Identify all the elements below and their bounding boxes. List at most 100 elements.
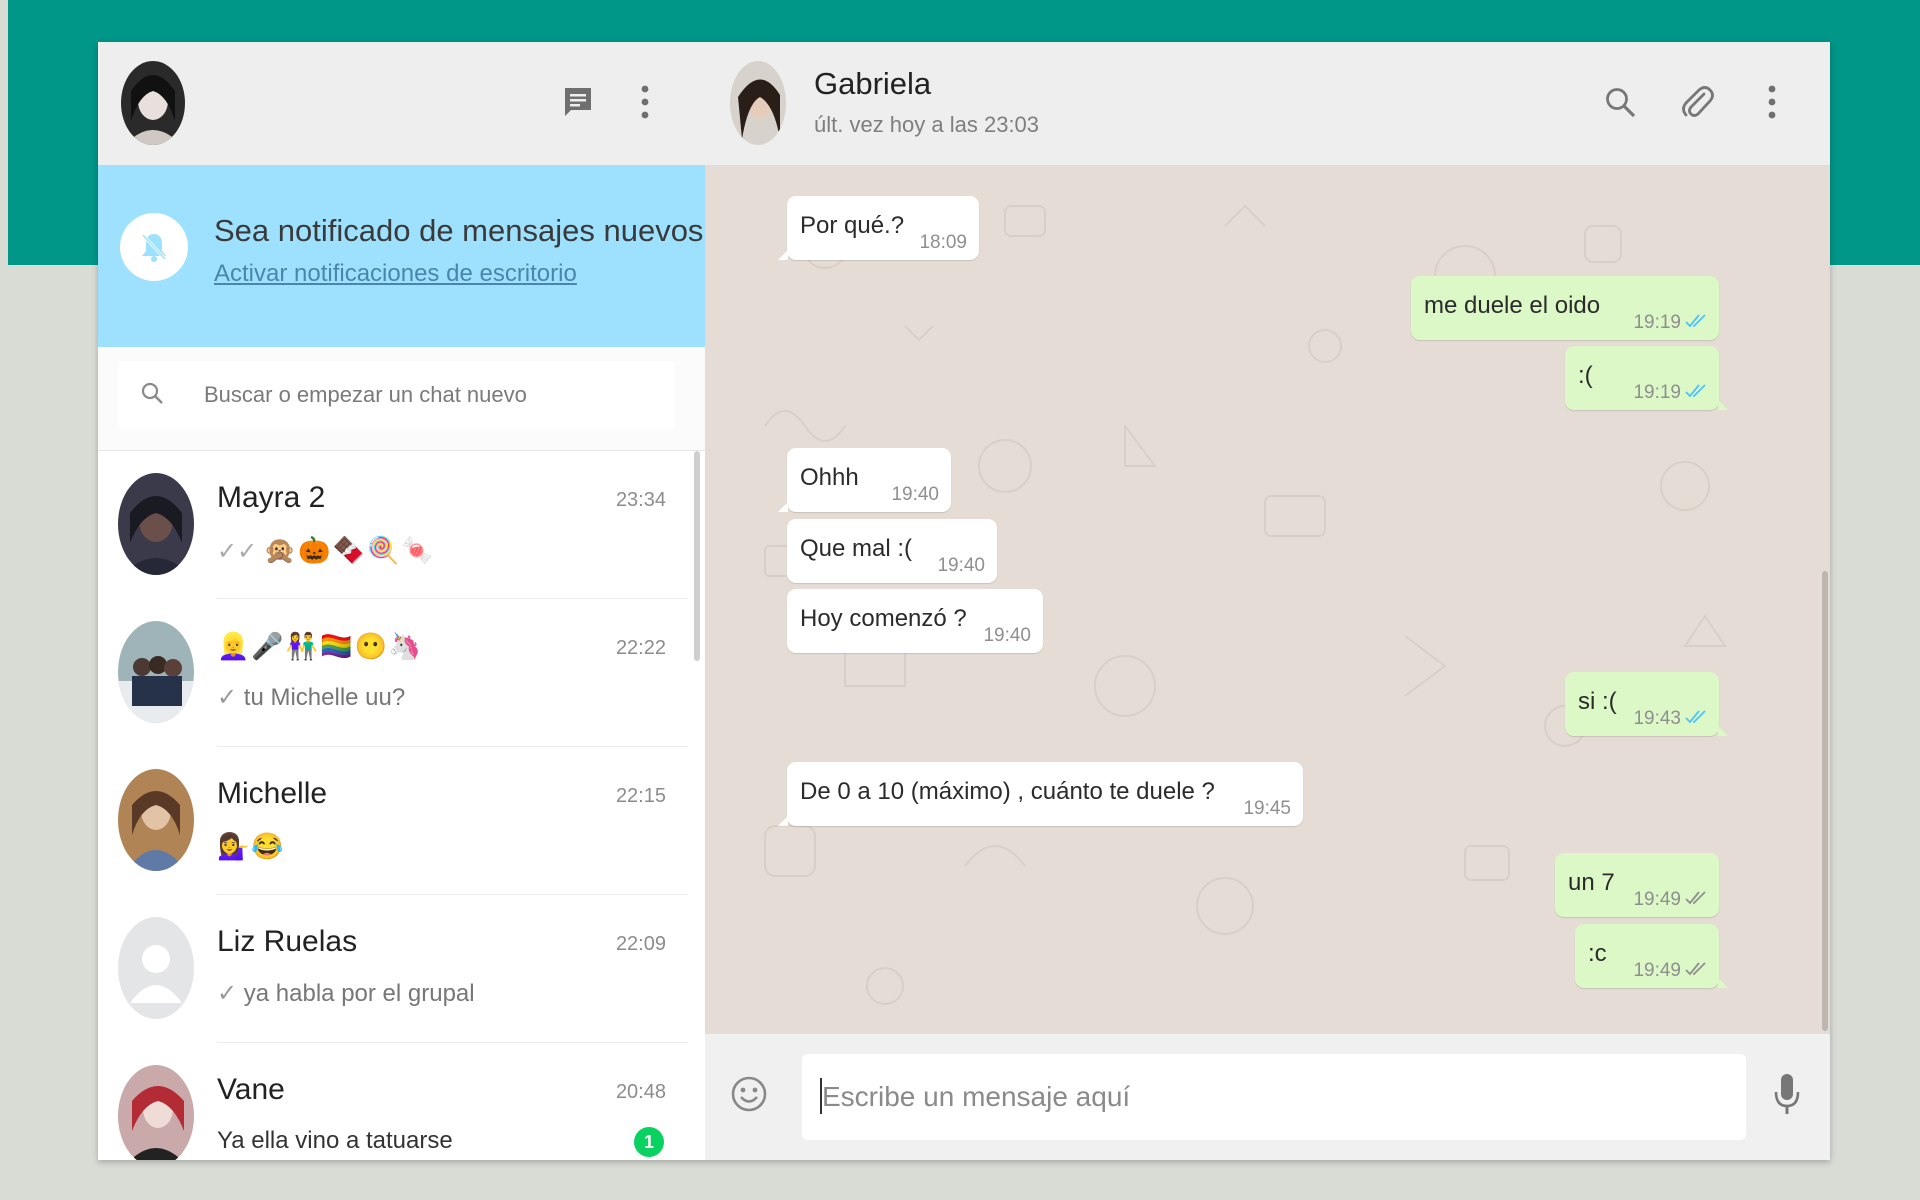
chat-item-vane[interactable]: Vane 20:48 Ya ella vino a tatuarse 1 (98, 1043, 688, 1160)
contact-avatar[interactable] (730, 61, 786, 145)
message-timestamp: 19:40 (937, 555, 985, 576)
message-composer (705, 1034, 1830, 1160)
my-avatar[interactable] (121, 61, 185, 145)
message-text: Por qué.? (800, 212, 905, 239)
voice-note-button[interactable] (1767, 1072, 1807, 1120)
chat-time: 22:15 (615, 785, 666, 807)
message-time: 19:19 (1633, 382, 1707, 404)
message-text: me duele el oido (1424, 292, 1601, 319)
emoji-button[interactable] (729, 1076, 769, 1116)
message-text: De 0 a 10 (máximo) , cuánto te duele ? (800, 778, 1215, 805)
bubble-tail (1718, 400, 1728, 410)
attach-button[interactable] (1675, 82, 1719, 126)
read-ticks-icon (1685, 382, 1707, 404)
emoji: 🍭 (367, 535, 400, 565)
more-vertical-icon (641, 85, 649, 124)
notification-title: Sea notificado de mensajes nuevos (214, 213, 704, 248)
message-time: 19:40 (983, 625, 1031, 647)
paperclip-icon (1680, 84, 1714, 125)
chat-preview: ✓ tu Michelle uu? (217, 683, 405, 712)
chat-item-group[interactable]: 👱‍♀️🎤👫🏳️‍🌈😶🦄 22:22 ✓ tu Michelle uu? (98, 599, 688, 747)
read-ticks-icon (1685, 708, 1707, 730)
emoji: 😂 (251, 831, 284, 861)
message-time: 19:19 (1633, 312, 1707, 334)
emoji: 😶 (354, 631, 387, 661)
delivered-ticks-icon (1685, 889, 1707, 911)
microphone-icon (1773, 1072, 1801, 1121)
search-chat-button[interactable] (1598, 82, 1642, 126)
chat-preview: ✓✓ 🙊🎃🍫🍭🍬 (217, 535, 436, 566)
message-text: :( (1578, 362, 1593, 389)
delivered-ticks-icon (1685, 960, 1707, 982)
bell-off-icon (120, 213, 188, 281)
chat-preview-text: ya habla por el grupal (243, 980, 475, 1007)
chat-list-scrollbar[interactable] (694, 451, 700, 661)
notification-banner: Sea notificado de mensajes nuevos Activa… (98, 165, 705, 347)
sidebar-header (98, 42, 705, 165)
chat-preview: ✓ ya habla por el grupal (217, 979, 475, 1008)
message-timestamp: 19:49 (1633, 889, 1681, 910)
message-text: un 7 (1568, 869, 1615, 896)
search-icon (1604, 86, 1636, 123)
chat-preview: 💁‍♀️😂 (217, 831, 286, 862)
chat-item-liz-ruelas[interactable]: Liz Ruelas 22:09 ✓ ya habla por el grupa… (98, 895, 688, 1043)
chat-name: 👱‍♀️🎤👫🏳️‍🌈😶🦄 (217, 629, 423, 663)
message-outgoing[interactable]: me duele el oido 19:19 (1411, 276, 1719, 340)
conversation-header[interactable]: Gabriela últ. vez hoy a las 23:03 (705, 42, 1830, 166)
message-input[interactable] (820, 1080, 1724, 1114)
message-incoming[interactable]: Por qué.? 18:09 (778, 196, 979, 260)
chat-name: Mayra 2 (217, 481, 326, 514)
message-timestamp: 19:49 (1633, 960, 1681, 981)
message-area: Por qué.? 18:09 me duele el oido 19:19 :… (705, 166, 1830, 1034)
message-incoming[interactable]: Ohhh 19:40 (778, 448, 951, 512)
chat-list: Mayra 2 23:34 ✓✓ 🙊🎃🍫🍭🍬 👱‍♀️🎤👫🏳️‍🌈😶🦄 22:2… (98, 451, 705, 1160)
message-time: 19:49 (1633, 889, 1707, 911)
message-incoming[interactable]: De 0 a 10 (máximo) , cuánto te duele ? 1… (778, 762, 1303, 826)
message-timestamp: 18:09 (919, 232, 967, 253)
default-avatar-icon (118, 917, 194, 1019)
message-incoming[interactable]: Hoy comenzó ? 19:40 (787, 589, 1043, 653)
search-input[interactable] (202, 381, 646, 409)
read-ticks-icon (1685, 312, 1707, 334)
message-timestamp: 19:19 (1633, 312, 1681, 333)
message-time: 19:45 (1243, 798, 1291, 820)
message-timestamp: 19:19 (1633, 382, 1681, 403)
message-text: si :( (1578, 688, 1617, 715)
sidebar-menu-button[interactable] (630, 84, 660, 124)
conversation-menu-button[interactable] (1757, 82, 1787, 126)
chat-name: Liz Ruelas (217, 925, 358, 958)
message-outgoing[interactable]: :c 19:49 (1575, 924, 1728, 988)
chat-item-mayra-2[interactable]: Mayra 2 23:34 ✓✓ 🙊🎃🍫🍭🍬 (98, 451, 688, 599)
message-time: 18:09 (919, 232, 967, 254)
emoji: 🍬 (401, 535, 434, 565)
contact-last-seen: últ. vez hoy a las 23:03 (814, 112, 1040, 137)
contact-name: Gabriela (814, 66, 932, 101)
message-time: 19:43 (1633, 708, 1707, 730)
search-box[interactable] (118, 361, 675, 429)
message-outgoing[interactable]: si :( 19:43 (1565, 672, 1728, 736)
message-input-box[interactable] (802, 1054, 1746, 1140)
emoji: 🙊 (263, 535, 297, 565)
message-time: 19:40 (891, 484, 939, 506)
sidebar: Sea notificado de mensajes nuevos Activa… (98, 42, 706, 1160)
chat-item-michelle[interactable]: Michelle 22:15 💁‍♀️😂 (98, 747, 688, 895)
emoji: 🏳️‍🌈 (320, 631, 353, 661)
conversation-panel: Gabriela últ. vez hoy a las 23:03 Por qu… (705, 42, 1830, 1160)
message-text: Que mal :( (800, 535, 913, 562)
message-scrollbar[interactable] (1822, 571, 1828, 1031)
message-incoming[interactable]: Que mal :( 19:40 (787, 519, 997, 583)
message-time: 19:49 (1633, 960, 1707, 982)
message-timestamp: 19:43 (1633, 708, 1681, 729)
message-outgoing[interactable]: :( 19:19 (1565, 346, 1728, 410)
chat-time: 20:48 (615, 1081, 666, 1103)
message-timestamp: 19:40 (983, 625, 1031, 646)
new-chat-button[interactable] (558, 84, 598, 124)
message-timestamp: 19:45 (1243, 798, 1291, 819)
message-outgoing[interactable]: un 7 19:49 (1555, 853, 1719, 917)
more-vertical-icon (1768, 85, 1776, 124)
emoji: 🍫 (332, 535, 366, 565)
chat-icon (563, 86, 593, 123)
enable-notifications-link[interactable]: Activar notificaciones de escritorio (214, 260, 577, 288)
check-icon: ✓ (217, 980, 238, 1007)
emoji: 👫 (285, 631, 319, 661)
